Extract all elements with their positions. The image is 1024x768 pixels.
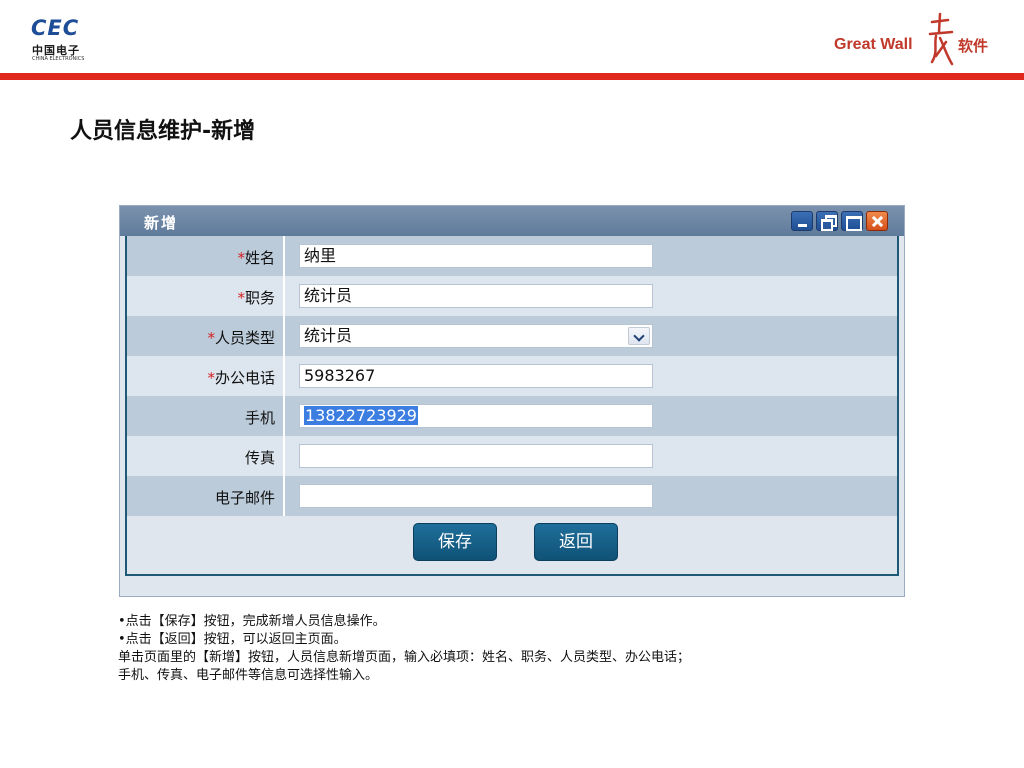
required-mark: * (237, 289, 245, 307)
name-label: *姓名 (237, 249, 275, 267)
note-line: 手机、传真、电子邮件等信息可选择性输入。 (118, 668, 379, 683)
office-phone-input[interactable]: 5983267 (299, 364, 653, 388)
save-button[interactable]: 保存 (413, 523, 497, 561)
form-row-position: *职务 统计员 (127, 276, 897, 316)
dialog-title: 新增 (144, 214, 179, 232)
mobile-label: 手机 (244, 409, 275, 427)
page-title: 人员信息维护-新增 (70, 119, 256, 144)
person-type-value: 统计员 (304, 326, 353, 345)
position-input[interactable]: 统计员 (299, 284, 653, 308)
close-icon[interactable] (866, 211, 888, 231)
form-row-fax: 传真 (127, 436, 897, 476)
label-cell: 手机 (127, 396, 285, 436)
header-divider (0, 73, 1024, 80)
label-cell: 电子邮件 (127, 476, 285, 516)
back-button[interactable]: 返回 (534, 523, 618, 561)
office-phone-label: *办公电话 (207, 369, 275, 387)
mobile-input[interactable]: 13822723929 (299, 404, 653, 428)
note-line: •点击【返回】按钮，可以返回主页面。 (118, 632, 347, 647)
person-type-label: *人员类型 (207, 329, 275, 347)
person-type-select[interactable]: 统计员 (299, 324, 653, 348)
great-wall-calligraphy-icon (928, 12, 954, 66)
name-input[interactable]: 纳里 (299, 244, 653, 268)
email-label: 电子邮件 (214, 489, 275, 507)
instruction-notes: •点击【保存】按钮，完成新增人员信息操作。 •点击【返回】按钮，可以返回主页面。… (118, 613, 918, 685)
fax-input[interactable] (299, 444, 653, 468)
note-line: 单击页面里的【新增】按钮，人员信息新增页面，输入必填项：姓名、职务、人员类型、办… (118, 650, 691, 665)
cec-logo-en: CHINA ELECTRONICS (32, 56, 85, 62)
label-cell: *姓名 (127, 236, 285, 276)
form-row-name: *姓名 纳里 (127, 236, 897, 276)
position-label: *职务 (237, 289, 275, 307)
label-cell: *职务 (127, 276, 285, 316)
fax-label: 传真 (244, 449, 275, 467)
add-person-dialog: 新增 *姓名 纳里 *职务 统计员 *人员类型 统计员 *办公电话 598326… (119, 205, 905, 597)
cec-logo-text: CEC (31, 16, 80, 40)
form-row-office-phone: *办公电话 5983267 (127, 356, 897, 396)
email-input[interactable] (299, 484, 653, 508)
cec-logo: CEC 中国电子 CHINA ELECTRONICS (31, 16, 101, 66)
note-line: •点击【保存】按钮，完成新增人员信息操作。 (118, 614, 386, 629)
great-wall-logo: Great Wall 软件 (834, 12, 1004, 68)
required-mark: * (237, 249, 245, 267)
form-row-mobile: 手机 13822723929 (127, 396, 897, 436)
label-cell: *人员类型 (127, 316, 285, 356)
button-row: 保存 返回 (127, 516, 897, 576)
dialog-titlebar[interactable]: 新增 (120, 206, 904, 236)
great-wall-logo-text: Great Wall (834, 36, 913, 53)
required-mark: * (207, 329, 215, 347)
label-cell: *办公电话 (127, 356, 285, 396)
chevron-down-icon[interactable] (628, 327, 650, 345)
required-mark: * (207, 369, 215, 387)
mobile-selected-text: 13822723929 (304, 406, 418, 425)
window-controls (791, 211, 888, 231)
label-cell: 传真 (127, 436, 285, 476)
form-row-person-type: *人员类型 统计员 (127, 316, 897, 356)
minimize-icon[interactable] (791, 211, 813, 231)
great-wall-logo-cn: 软件 (958, 37, 989, 55)
dialog-form: *姓名 纳里 *职务 统计员 *人员类型 统计员 *办公电话 5983267 手… (125, 236, 899, 576)
form-row-email: 电子邮件 (127, 476, 897, 516)
maximize-icon[interactable] (841, 211, 863, 231)
restore-icon[interactable] (816, 211, 838, 231)
